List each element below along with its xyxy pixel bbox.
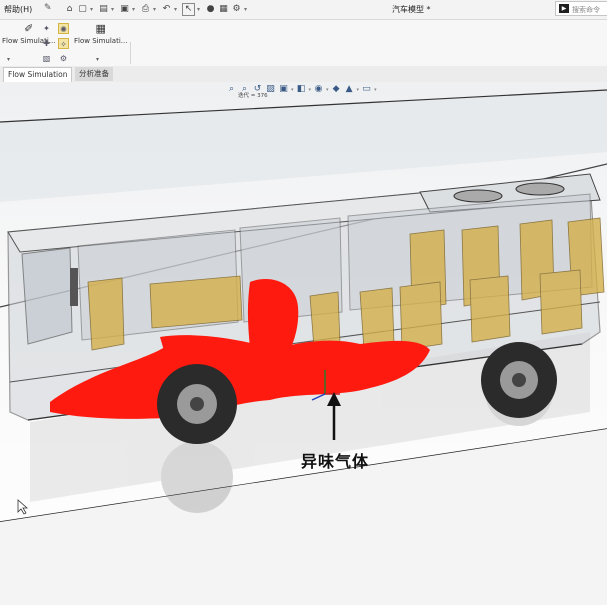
undo-icon[interactable]: ↶ <box>161 4 172 15</box>
grid-icon: ▦ <box>95 22 106 35</box>
options-icon[interactable]: ⚙ <box>231 4 242 15</box>
display-style-icon[interactable]: ◧ <box>296 84 307 95</box>
iteration-label: 迭代 = 376 <box>238 93 268 99</box>
home-icon[interactable]: ⌂ <box>64 4 75 15</box>
tools-icon[interactable]: ✧ <box>58 38 69 49</box>
odor-gas-annotation: 异味气体 <box>301 452 370 471</box>
save-icon[interactable]: ▣ <box>119 4 130 15</box>
file-properties-icon[interactable]: ▦ <box>218 4 229 15</box>
bus-model-scene <box>0 89 607 605</box>
flow-simulation-label-right: Flow Simulati... <box>74 37 128 45</box>
help-menu[interactable]: 帮助(H) <box>4 4 32 15</box>
search-icon: ▶ <box>559 4 569 13</box>
windshield <box>21 247 73 345</box>
tab-flow-simulation[interactable]: Flow Simulation <box>3 67 73 82</box>
ribbon-divider <box>130 42 131 64</box>
graphics-viewport[interactable]: ⌕ ⌕ ↺ ▨ ▣ ▾ ◧ ▾ ◉ ▾ ◆ ▲ ▾ ▭ ▾ 迭代 = 376 异味气体 <box>0 82 607 605</box>
command-manager: ✐ Flow Simulati... ▾ ✦ ✚ ▧ ✺ ✧ ⚙ ▦ Flow … <box>0 20 607 66</box>
ac-vent <box>453 189 503 203</box>
zoom-to-fit-icon[interactable]: ⌕ <box>226 84 237 95</box>
rebuild-icon[interactable]: ● <box>205 4 216 15</box>
settings-icon[interactable]: ⚙ <box>58 53 69 64</box>
run-icon[interactable]: ✚ <box>41 38 52 49</box>
side-mirror <box>70 268 78 306</box>
rear-wheel <box>481 342 557 418</box>
open-icon[interactable]: ▤ <box>98 4 109 15</box>
search-placeholder: 搜索命令 <box>572 6 600 14</box>
mouse-cursor <box>17 499 29 515</box>
display-settings-icon[interactable]: ▭ <box>361 84 372 95</box>
quick-access-toolbar: ⌂ ▢ ▾ ▤ ▾ ▣ ▾ ⎙ ▾ ↶ ▾ ↖ ▾ ● ▦ ⚙ ▾ <box>64 2 250 16</box>
tab-analysis-prep[interactable]: 分析准备 <box>75 67 113 81</box>
dropdown-arrow[interactable]: ▾ <box>96 56 99 63</box>
title-bar: 帮助(H) ✎ ⌂ ▢ ▾ ▤ ▾ ▣ ▾ ⎙ ▾ ↶ ▾ ↖ ▾ ● ▦ ⚙ ▾ 汽车模型 … <box>0 0 607 20</box>
wizard-icon[interactable]: ✦ <box>41 23 52 34</box>
view-orientation-icon[interactable]: ▣ <box>278 84 289 95</box>
dropdown-arrow[interactable]: ▾ <box>7 56 10 63</box>
results-icon[interactable]: ▧ <box>41 53 52 64</box>
document-title: 汽车模型 * <box>392 5 431 14</box>
search-commands[interactable]: ▶ 搜索命令 <box>555 1 607 16</box>
command-tabs: Flow Simulation 分析准备 <box>0 66 607 83</box>
lightbulb-icon[interactable]: ✺ <box>58 23 69 34</box>
pin-icon[interactable]: ✎ <box>44 3 52 13</box>
hide-show-icon[interactable]: ◉ <box>313 84 324 95</box>
front-wheel <box>157 364 237 444</box>
ac-vent <box>515 182 565 196</box>
new-icon[interactable]: ▢ <box>77 4 88 15</box>
scene-icon[interactable]: ▲ <box>344 84 355 95</box>
appearance-icon[interactable]: ◆ <box>331 84 342 95</box>
print-icon[interactable]: ⎙ <box>140 4 151 15</box>
select-icon[interactable]: ↖ <box>182 2 195 16</box>
flow-simulation-button-right[interactable]: ▦ Flow Simulati... <box>74 22 128 46</box>
